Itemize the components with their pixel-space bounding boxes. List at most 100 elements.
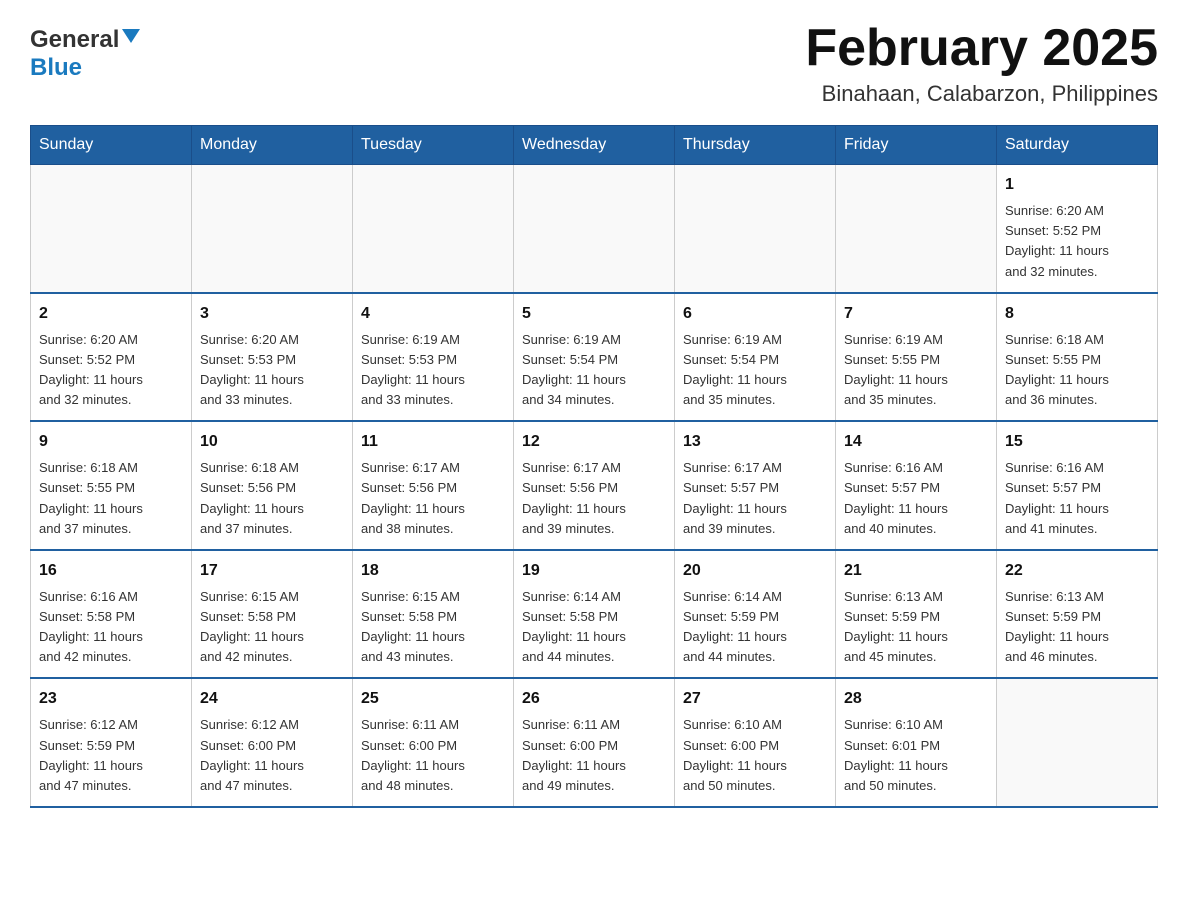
day-number: 26 — [522, 687, 666, 711]
calendar-day-cell: 6 Sunrise: 6:19 AMSunset: 5:54 PMDaylight… — [675, 293, 836, 422]
day-number: 20 — [683, 559, 827, 583]
logo-blue-text: Blue — [30, 54, 82, 81]
day-number: 18 — [361, 559, 505, 583]
day-of-week-header: Sunday — [31, 126, 192, 165]
day-info: Sunrise: 6:14 AMSunset: 5:58 PMDaylight:… — [522, 587, 666, 668]
day-info: Sunrise: 6:20 AMSunset: 5:53 PMDaylight:… — [200, 330, 344, 411]
day-info: Sunrise: 6:17 AMSunset: 5:56 PMDaylight:… — [522, 458, 666, 539]
calendar-subtitle: Binahaan, Calabarzon, Philippines — [805, 81, 1158, 107]
day-info: Sunrise: 6:11 AMSunset: 6:00 PMDaylight:… — [361, 715, 505, 796]
day-number: 1 — [1005, 173, 1149, 197]
day-of-week-header: Saturday — [997, 126, 1158, 165]
calendar-day-cell: 3 Sunrise: 6:20 AMSunset: 5:53 PMDaylight… — [192, 293, 353, 422]
calendar-day-cell: 15 Sunrise: 6:16 AMSunset: 5:57 PMDayligh… — [997, 421, 1158, 550]
day-of-week-header: Monday — [192, 126, 353, 165]
day-number: 8 — [1005, 302, 1149, 326]
day-of-week-header: Friday — [836, 126, 997, 165]
day-info: Sunrise: 6:16 AMSunset: 5:57 PMDaylight:… — [844, 458, 988, 539]
calendar-day-cell — [997, 678, 1158, 807]
day-of-week-header: Thursday — [675, 126, 836, 165]
day-number: 6 — [683, 302, 827, 326]
calendar-day-cell: 26 Sunrise: 6:11 AMSunset: 6:00 PMDayligh… — [514, 678, 675, 807]
day-number: 9 — [39, 430, 183, 454]
day-info: Sunrise: 6:19 AMSunset: 5:54 PMDaylight:… — [522, 330, 666, 411]
day-number: 24 — [200, 687, 344, 711]
calendar-week-row: 16 Sunrise: 6:16 AMSunset: 5:58 PMDayligh… — [31, 550, 1158, 679]
logo: General Blue — [30, 26, 140, 82]
day-number: 2 — [39, 302, 183, 326]
day-number: 13 — [683, 430, 827, 454]
day-number: 3 — [200, 302, 344, 326]
calendar-title: February 2025 — [805, 20, 1158, 77]
day-info: Sunrise: 6:19 AMSunset: 5:53 PMDaylight:… — [361, 330, 505, 411]
day-number: 16 — [39, 559, 183, 583]
day-info: Sunrise: 6:20 AMSunset: 5:52 PMDaylight:… — [39, 330, 183, 411]
calendar-day-cell: 8Sunrise: 6:18 AMSunset: 5:55 PMDaylight… — [997, 293, 1158, 422]
logo-general-text: General — [30, 26, 119, 54]
day-of-week-header: Wednesday — [514, 126, 675, 165]
logo-arrow-icon — [122, 27, 140, 50]
day-info: Sunrise: 6:16 AMSunset: 5:58 PMDaylight:… — [39, 587, 183, 668]
calendar-week-row: 1 Sunrise: 6:20 AMSunset: 5:52 PMDaylight… — [31, 165, 1158, 293]
calendar-week-row: 9 Sunrise: 6:18 AMSunset: 5:55 PMDaylight… — [31, 421, 1158, 550]
day-number: 23 — [39, 687, 183, 711]
calendar-week-row: 2 Sunrise: 6:20 AMSunset: 5:52 PMDaylight… — [31, 293, 1158, 422]
day-number: 14 — [844, 430, 988, 454]
calendar-day-cell: 22 Sunrise: 6:13 AMSunset: 5:59 PMDayligh… — [997, 550, 1158, 679]
calendar-day-cell: 21 Sunrise: 6:13 AMSunset: 5:59 PMDayligh… — [836, 550, 997, 679]
day-info: Sunrise: 6:13 AMSunset: 5:59 PMDaylight:… — [844, 587, 988, 668]
day-number: 27 — [683, 687, 827, 711]
day-info: Sunrise: 6:12 AMSunset: 5:59 PMDaylight:… — [39, 715, 183, 796]
day-info: Sunrise: 6:19 AMSunset: 5:54 PMDaylight:… — [683, 330, 827, 411]
day-info: Sunrise: 6:18 AMSunset: 5:56 PMDaylight:… — [200, 458, 344, 539]
calendar-day-cell: 27Sunrise: 6:10 AMSunset: 6:00 PMDayligh… — [675, 678, 836, 807]
day-info: Sunrise: 6:11 AMSunset: 6:00 PMDaylight:… — [522, 715, 666, 796]
calendar-day-cell: 12 Sunrise: 6:17 AMSunset: 5:56 PMDayligh… — [514, 421, 675, 550]
title-block: February 2025 Binahaan, Calabarzon, Phil… — [805, 20, 1158, 107]
day-number: 28 — [844, 687, 988, 711]
calendar-day-cell: 23 Sunrise: 6:12 AMSunset: 5:59 PMDayligh… — [31, 678, 192, 807]
calendar-day-cell — [192, 165, 353, 293]
day-info: Sunrise: 6:10 AMSunset: 6:01 PMDaylight:… — [844, 715, 988, 796]
day-info: Sunrise: 6:18 AMSunset: 5:55 PMDaylight:… — [39, 458, 183, 539]
day-of-week-header: Tuesday — [353, 126, 514, 165]
calendar-day-cell — [353, 165, 514, 293]
calendar-day-cell: 11Sunrise: 6:17 AMSunset: 5:56 PMDayligh… — [353, 421, 514, 550]
calendar-day-cell: 7 Sunrise: 6:19 AMSunset: 5:55 PMDaylight… — [836, 293, 997, 422]
calendar-day-cell: 2 Sunrise: 6:20 AMSunset: 5:52 PMDaylight… — [31, 293, 192, 422]
day-number: 12 — [522, 430, 666, 454]
day-info: Sunrise: 6:20 AMSunset: 5:52 PMDaylight:… — [1005, 201, 1149, 282]
calendar-day-cell: 25 Sunrise: 6:11 AMSunset: 6:00 PMDayligh… — [353, 678, 514, 807]
calendar-day-cell: 28 Sunrise: 6:10 AMSunset: 6:01 PMDayligh… — [836, 678, 997, 807]
calendar-day-cell: 14 Sunrise: 6:16 AMSunset: 5:57 PMDayligh… — [836, 421, 997, 550]
day-info: Sunrise: 6:15 AMSunset: 5:58 PMDaylight:… — [361, 587, 505, 668]
calendar-day-cell: 9 Sunrise: 6:18 AMSunset: 5:55 PMDaylight… — [31, 421, 192, 550]
calendar-week-row: 23 Sunrise: 6:12 AMSunset: 5:59 PMDayligh… — [31, 678, 1158, 807]
day-info: Sunrise: 6:12 AMSunset: 6:00 PMDaylight:… — [200, 715, 344, 796]
day-number: 22 — [1005, 559, 1149, 583]
day-number: 15 — [1005, 430, 1149, 454]
day-number: 21 — [844, 559, 988, 583]
day-number: 10 — [200, 430, 344, 454]
calendar-day-cell: 24 Sunrise: 6:12 AMSunset: 6:00 PMDayligh… — [192, 678, 353, 807]
calendar-day-cell — [514, 165, 675, 293]
day-number: 7 — [844, 302, 988, 326]
day-number: 19 — [522, 559, 666, 583]
day-info: Sunrise: 6:16 AMSunset: 5:57 PMDaylight:… — [1005, 458, 1149, 539]
day-info: Sunrise: 6:13 AMSunset: 5:59 PMDaylight:… — [1005, 587, 1149, 668]
calendar-day-cell: 19 Sunrise: 6:14 AMSunset: 5:58 PMDayligh… — [514, 550, 675, 679]
day-info: Sunrise: 6:14 AMSunset: 5:59 PMDaylight:… — [683, 587, 827, 668]
calendar-day-cell: 1 Sunrise: 6:20 AMSunset: 5:52 PMDaylight… — [997, 165, 1158, 293]
calendar-day-cell — [31, 165, 192, 293]
calendar-table: SundayMondayTuesdayWednesdayThursdayFrid… — [30, 125, 1158, 808]
calendar-day-cell: 17Sunrise: 6:15 AMSunset: 5:58 PMDayligh… — [192, 550, 353, 679]
day-info: Sunrise: 6:15 AMSunset: 5:58 PMDaylight:… — [200, 587, 344, 668]
day-info: Sunrise: 6:19 AMSunset: 5:55 PMDaylight:… — [844, 330, 988, 411]
calendar-day-cell — [836, 165, 997, 293]
day-info: Sunrise: 6:17 AMSunset: 5:57 PMDaylight:… — [683, 458, 827, 539]
calendar-day-cell: 16 Sunrise: 6:16 AMSunset: 5:58 PMDayligh… — [31, 550, 192, 679]
calendar-day-cell: 10 Sunrise: 6:18 AMSunset: 5:56 PMDayligh… — [192, 421, 353, 550]
day-number: 5 — [522, 302, 666, 326]
calendar-day-cell: 5 Sunrise: 6:19 AMSunset: 5:54 PMDaylight… — [514, 293, 675, 422]
day-number: 25 — [361, 687, 505, 711]
